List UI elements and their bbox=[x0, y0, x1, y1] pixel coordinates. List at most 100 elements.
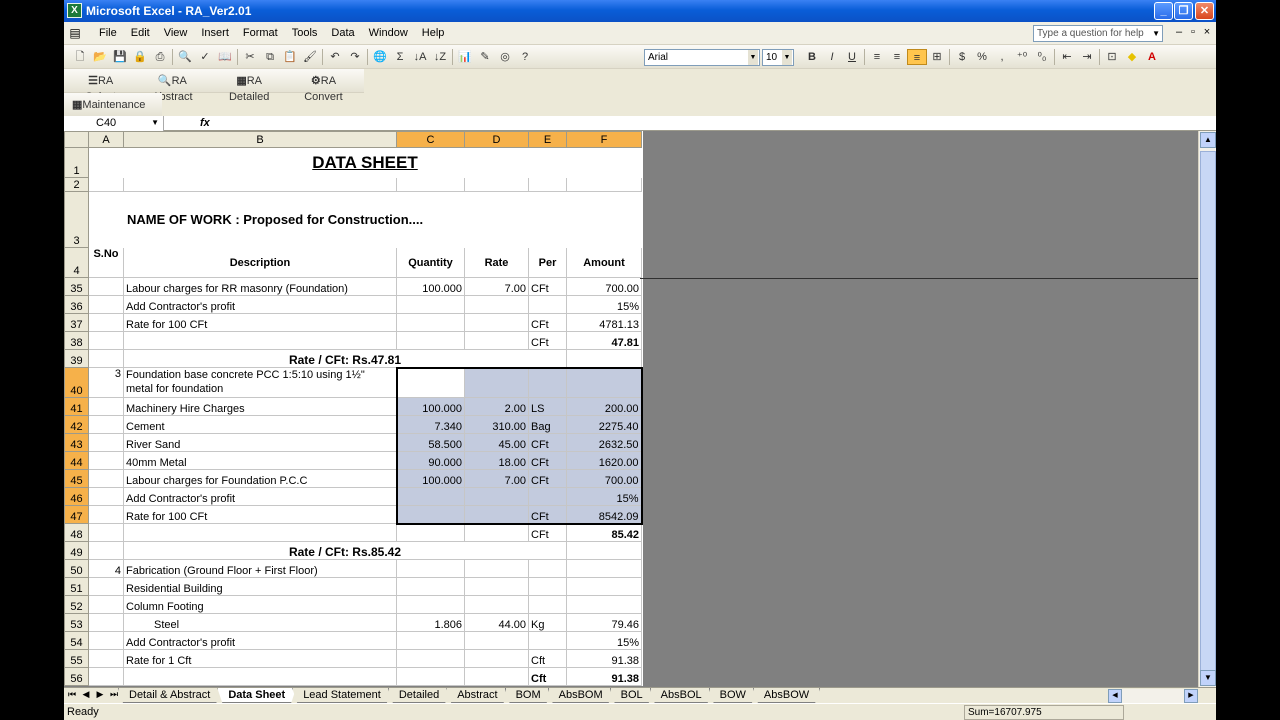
ra-abstract-button[interactable]: 🔍RA Abstract bbox=[137, 73, 207, 103]
print-icon[interactable]: ⎙ bbox=[150, 49, 170, 65]
tab-bom[interactable]: BOM bbox=[505, 688, 552, 703]
sno-cell[interactable] bbox=[88, 415, 124, 434]
per-cell[interactable] bbox=[528, 631, 567, 650]
row-header[interactable]: 56 bbox=[64, 667, 89, 686]
rate-cell[interactable] bbox=[464, 295, 529, 314]
cell[interactable] bbox=[396, 177, 465, 192]
hyperlink-icon[interactable]: 🌐 bbox=[370, 49, 390, 65]
sno-cell[interactable] bbox=[88, 349, 124, 368]
description-cell[interactable]: River Sand bbox=[123, 433, 397, 452]
description-cell[interactable] bbox=[123, 331, 397, 350]
quantity-cell[interactable]: 100.000 bbox=[396, 277, 465, 296]
description-cell[interactable]: Cement bbox=[123, 415, 397, 434]
amount-cell[interactable]: 700.00 bbox=[566, 469, 643, 488]
quantity-cell[interactable] bbox=[396, 667, 465, 686]
borders-icon[interactable]: ⊡ bbox=[1102, 49, 1122, 65]
amount-cell[interactable]: 8542.09 bbox=[566, 505, 643, 525]
scroll-up-icon[interactable]: ▲ bbox=[1200, 132, 1216, 148]
quantity-cell[interactable] bbox=[396, 331, 465, 350]
rate-cell[interactable] bbox=[464, 366, 529, 398]
menu-window[interactable]: Window bbox=[362, 27, 415, 39]
tab-lead-statement[interactable]: Lead Statement bbox=[292, 688, 392, 703]
per-cell[interactable]: CFt bbox=[528, 451, 567, 470]
sno-cell[interactable] bbox=[88, 331, 124, 350]
quantity-cell[interactable] bbox=[396, 295, 465, 314]
quantity-cell[interactable] bbox=[396, 313, 465, 332]
ra-select-button[interactable]: ☰RA Select bbox=[72, 73, 129, 103]
sheet-title[interactable]: DATA SHEET bbox=[88, 147, 642, 178]
description-header[interactable]: Description bbox=[123, 247, 397, 278]
italic-icon[interactable]: I bbox=[822, 49, 842, 65]
description-cell[interactable]: Labour charges for Foundation P.C.C bbox=[123, 469, 397, 488]
quantity-cell[interactable]: 100.000 bbox=[395, 469, 465, 488]
row-header[interactable]: 50 bbox=[64, 559, 89, 578]
sno-cell[interactable] bbox=[88, 649, 124, 668]
first-sheet-icon[interactable]: ⏮ bbox=[66, 689, 78, 700]
per-cell[interactable]: LS bbox=[528, 397, 567, 416]
amount-cell[interactable]: 91.38 bbox=[566, 667, 642, 686]
restore-button[interactable]: ❐ bbox=[1174, 2, 1193, 20]
row-header[interactable]: 3 bbox=[64, 191, 89, 248]
scroll-left-icon[interactable]: ◀ bbox=[1108, 689, 1122, 703]
description-cell[interactable]: Labour charges for RR masonry (Foundatio… bbox=[123, 277, 397, 296]
chevron-down-icon[interactable]: ▼ bbox=[782, 50, 792, 65]
row-header[interactable]: 45 bbox=[64, 469, 89, 488]
name-of-work[interactable]: NAME OF WORK : Proposed for Construction… bbox=[88, 191, 642, 248]
row-header[interactable]: 4 bbox=[64, 247, 89, 278]
maintenance-button[interactable]: ▦Maintenance bbox=[72, 97, 145, 113]
description-cell[interactable]: Rate for 1 Cft bbox=[123, 649, 397, 668]
cell[interactable] bbox=[88, 177, 124, 192]
name-box[interactable]: C40 ▼ bbox=[64, 116, 164, 131]
sno-cell[interactable] bbox=[88, 451, 124, 470]
amount-cell[interactable]: 91.38 bbox=[566, 649, 642, 668]
save-icon[interactable]: 💾 bbox=[110, 49, 130, 65]
description-cell[interactable]: Rate for 100 CFt bbox=[123, 313, 397, 332]
rate-cell[interactable] bbox=[464, 313, 529, 332]
font-name-select[interactable]: Arial ▼ bbox=[644, 49, 760, 66]
zoom-icon[interactable]: ◎ bbox=[495, 49, 515, 65]
row-header[interactable]: 46 bbox=[64, 487, 89, 506]
rate-cell[interactable]: 310.00 bbox=[464, 415, 529, 434]
decrease-decimal-icon[interactable]: ⁰₀ bbox=[1032, 49, 1052, 65]
chevron-down-icon[interactable]: ▼ bbox=[748, 50, 758, 65]
sno-cell[interactable] bbox=[88, 469, 124, 488]
description-cell[interactable]: Column Footing bbox=[123, 595, 397, 614]
tab-bow[interactable]: BOW bbox=[709, 688, 757, 703]
per-cell[interactable] bbox=[528, 559, 567, 578]
align-right-icon[interactable]: ≡ bbox=[907, 49, 927, 65]
align-center-icon[interactable]: ≡ bbox=[887, 49, 907, 65]
tab-detail-abstract[interactable]: Detail & Abstract bbox=[118, 688, 221, 703]
quantity-cell[interactable] bbox=[396, 595, 465, 614]
column-header-e[interactable]: E bbox=[528, 131, 567, 148]
quantity-header[interactable]: Quantity bbox=[396, 247, 465, 278]
quantity-cell[interactable] bbox=[395, 505, 465, 525]
row-header[interactable]: 48 bbox=[64, 523, 89, 542]
merge-center-icon[interactable]: ⊞ bbox=[927, 49, 947, 65]
menu-insert[interactable]: Insert bbox=[194, 27, 236, 39]
amount-cell[interactable]: 2632.50 bbox=[566, 433, 643, 452]
vertical-scrollbar[interactable]: ▲ ▼ bbox=[1198, 131, 1216, 687]
menu-data[interactable]: Data bbox=[324, 27, 361, 39]
rate-cell[interactable]: 2.00 bbox=[464, 397, 529, 416]
spelling-icon[interactable]: ✓ bbox=[195, 49, 215, 65]
sno-cell[interactable]: 4 bbox=[88, 559, 124, 578]
format-painter-icon[interactable]: 🖌 bbox=[300, 49, 320, 65]
description-cell[interactable]: Steel bbox=[123, 613, 397, 632]
row-header[interactable]: 52 bbox=[64, 595, 89, 614]
per-cell[interactable] bbox=[528, 366, 567, 398]
amount-cell[interactable]: 200.00 bbox=[566, 397, 643, 416]
quantity-cell[interactable]: 90.000 bbox=[395, 451, 465, 470]
new-icon[interactable]: 🗋 bbox=[70, 49, 90, 65]
per-cell[interactable]: CFt bbox=[528, 469, 567, 488]
cell[interactable] bbox=[123, 177, 397, 192]
row-header[interactable]: 55 bbox=[64, 649, 89, 668]
cell[interactable] bbox=[566, 177, 642, 192]
amount-cell[interactable]: 700.00 bbox=[566, 277, 642, 296]
amount-cell[interactable] bbox=[566, 595, 642, 614]
per-cell[interactable]: CFt bbox=[528, 505, 567, 525]
per-cell[interactable]: CFt bbox=[528, 331, 567, 350]
column-header-a[interactable]: A bbox=[88, 131, 124, 148]
sno-cell[interactable] bbox=[88, 595, 124, 614]
quantity-cell[interactable] bbox=[396, 649, 465, 668]
worksheet-grid[interactable]: A B C D E F 1 DATA SHEET 2 3 NAME OF WOR… bbox=[64, 131, 643, 686]
